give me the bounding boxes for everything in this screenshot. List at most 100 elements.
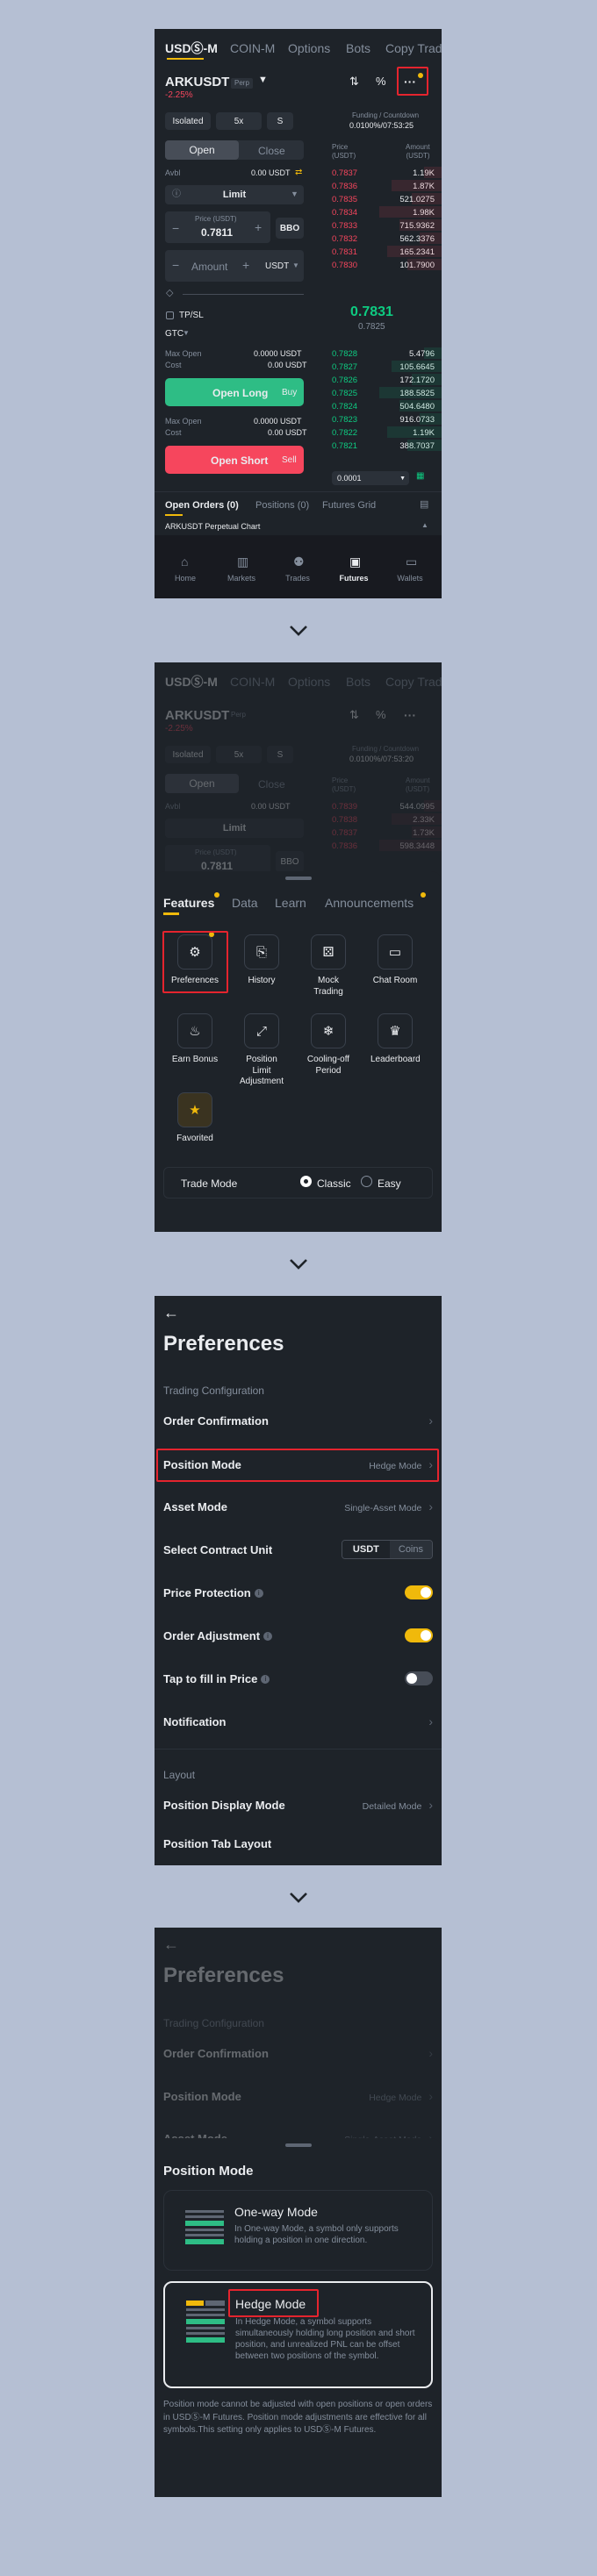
transfer-icon[interactable]: ⇄ [295,168,302,177]
tab-coinm[interactable]: COIN-M [230,42,275,54]
oneway-mode-option[interactable]: One-way Mode In One-way Mode, a symbol o… [163,2190,433,2271]
orderbook-price[interactable]: 0.7835 [332,195,357,204]
wallets-icon[interactable]: ▭ [406,555,417,568]
position-tab-layout-row[interactable]: Position Tab Layout [163,1834,433,1865]
hedge-mode-option[interactable]: Hedge Mode In Hedge Mode, a symbol suppo… [163,2281,433,2388]
price-protection-toggle[interactable] [405,1585,433,1599]
markets-icon[interactable]: ▥ [237,555,248,568]
orderbook-price[interactable]: 0.7823 [332,415,357,425]
amount-slider[interactable] [183,294,304,295]
trades-icon[interactable]: ⚉ [293,555,305,568]
back-arrow-icon[interactable]: ← [163,1305,179,1320]
asset-mode-row[interactable]: Asset Mode Single-Asset Mode › [163,1487,433,1526]
tpsl-checkbox[interactable] [166,311,174,319]
classic-label[interactable]: Classic [317,1178,351,1189]
tif-select[interactable]: GTC [165,330,183,339]
feature-history[interactable]: ⎘ History [237,934,286,987]
orderbook-price[interactable]: 0.7824 [332,402,357,411]
orderbook-price[interactable]: 0.7837 [332,168,357,178]
orderbook-price[interactable]: 0.7832 [332,234,357,244]
symbol-name[interactable]: ARKUSDT [165,75,229,89]
feature-cooling-off-period[interactable]: ❄ Cooling-off Period [304,1013,353,1077]
unit-usdt[interactable]: USDT [342,1541,390,1558]
sheet-handle[interactable] [285,877,312,880]
tab-positions[interactable]: Positions (0) [255,501,309,511]
leverage-button[interactable]: 5x [216,112,262,130]
orderbook-price[interactable]: 0.7834 [332,208,357,218]
nav-item-home[interactable]: Home [162,575,209,583]
minus-icon[interactable]: − [172,259,179,271]
orderbook-price[interactable]: 0.7839 [332,802,357,812]
margin-mode-button[interactable]: Isolated [165,112,211,130]
easy-radio[interactable] [361,1176,372,1187]
nav-item-markets[interactable]: Markets [218,575,265,583]
info-icon[interactable]: i [254,1589,263,1599]
plus-icon[interactable]: + [255,221,262,233]
tab-announcements[interactable]: Announcements [325,897,414,909]
orderbook-price[interactable]: 0.7836 [332,182,357,191]
orderbook-price[interactable]: 0.7827 [332,362,357,372]
orderbook-price[interactable]: 0.7825 [332,389,357,398]
feature-chat-room[interactable]: ▭ Chat Room [370,934,420,987]
feature-leaderboard[interactable]: ♛ Leaderboard [370,1013,421,1066]
orderbook-layout-icon[interactable]: ▦ [416,472,424,481]
tab-features[interactable]: Features [163,897,214,909]
home-icon[interactable]: ⌂ [181,555,188,568]
plus-icon[interactable]: + [242,259,249,271]
close-tab[interactable]: Close [258,146,285,156]
percent-icon[interactable]: % [376,75,386,87]
unit-coins[interactable]: Coins [389,1541,432,1558]
chevron-down-icon[interactable]: ▼ [258,75,268,85]
order-type-select[interactable]: Limit [165,185,304,204]
orderbook-price[interactable]: 0.7836 [332,841,357,851]
precision-select[interactable]: 0.0001 ▼ [332,471,409,485]
classic-radio[interactable] [300,1176,312,1187]
tab-bots[interactable]: Bots [346,42,370,54]
feature-favorited[interactable]: ★ Favorited [170,1092,219,1145]
nav-item-wallets[interactable]: Wallets [386,575,434,583]
tap-fill-toggle[interactable] [405,1671,433,1685]
candle-icon[interactable]: ⇅ [349,75,359,87]
tab-learn[interactable]: Learn [275,897,306,909]
order-adjustment-toggle[interactable] [405,1628,433,1642]
chart-label[interactable]: ARKUSDT Perpetual Chart [165,523,260,531]
info-icon[interactable]: i [263,1632,273,1642]
asset-mode-button[interactable]: S [267,112,293,130]
chevron-up-icon[interactable]: ▲ [421,522,428,529]
position-display-row[interactable]: Position Display Mode Detailed Mode › [163,1785,433,1824]
feature-earn-bonus[interactable]: ♨ Earn Bonus [170,1013,219,1066]
orderbook-price[interactable]: 0.7821 [332,441,357,451]
tab-options[interactable]: Options [288,42,330,54]
minus-icon[interactable]: − [172,222,179,234]
orderbook-price[interactable]: 0.7838 [332,815,357,825]
feature-position-limit-adjustment[interactable]: ⤢ Position Limit Adjustment [237,1013,286,1088]
info-icon[interactable]: i [261,1675,270,1685]
orderbook-price[interactable]: 0.7833 [332,221,357,231]
futures-icon[interactable]: ▣ [349,555,361,568]
open-tab[interactable]: Open [165,140,239,160]
document-icon[interactable]: ▤ [420,500,428,510]
tab-futures-grid[interactable]: Futures Grid [322,501,376,511]
feature-mock-trading[interactable]: ⚄ Mock Trading [304,934,353,998]
easy-label[interactable]: Easy [378,1178,401,1189]
orderbook-price[interactable]: 0.7828 [332,349,357,359]
tab-data[interactable]: Data [232,897,258,909]
notification-row[interactable]: Notification › [163,1702,433,1741]
orderbook-price[interactable]: 0.7822 [332,428,357,438]
tab-usdm[interactable]: USDⓈ-M [165,42,218,54]
nav-item-trades[interactable]: Trades [274,575,321,583]
orderbook-price[interactable]: 0.7826 [332,376,357,385]
nav-item-futures[interactable]: Futures [330,575,378,583]
tab-open-orders[interactable]: Open Orders (0) [165,501,239,511]
bbo-button[interactable]: BBO [276,218,304,239]
sheet-handle[interactable] [285,2143,312,2147]
info-icon[interactable]: ⓘ [172,190,181,199]
orderbook-price[interactable]: 0.7831 [332,247,357,257]
orderbook-price[interactable]: 0.7830 [332,261,357,270]
unit-select[interactable]: USDT [265,262,289,271]
orderbook-price[interactable]: 0.7837 [332,828,357,838]
order-confirmation-row[interactable]: Order Confirmation › [163,1401,433,1440]
tab-copy-trading[interactable]: Copy Trad [385,42,442,54]
star-icon: ★ [177,1092,212,1127]
diamond-icon[interactable]: ◇ [166,289,173,298]
